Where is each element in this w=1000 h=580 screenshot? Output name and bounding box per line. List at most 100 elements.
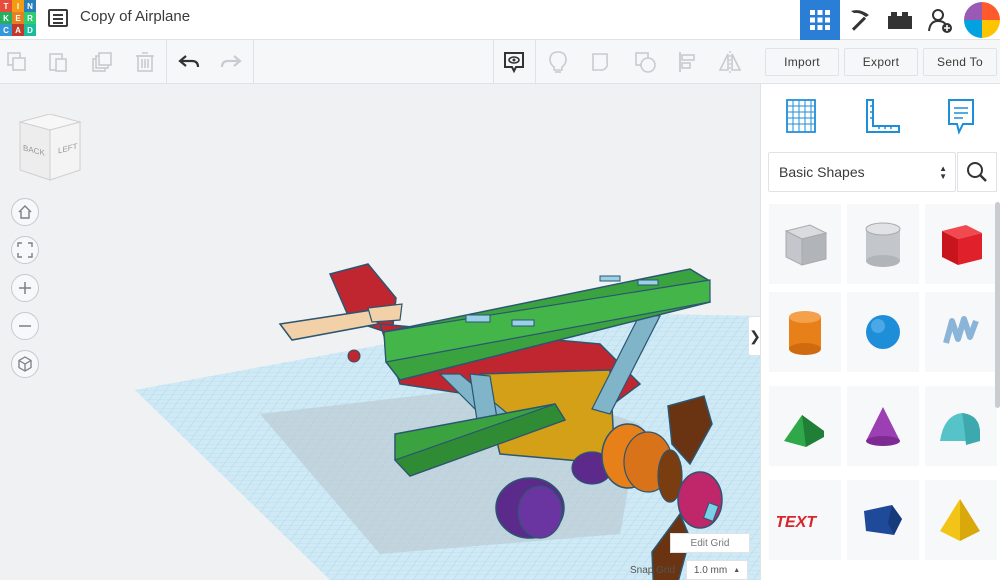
workplane-canvas[interactable]: BACK LEFT ❯ Edit Grid Snap Grid 1.0 mm ▲	[0, 84, 760, 580]
design-menu-icon[interactable]	[48, 9, 68, 27]
minus-icon	[19, 325, 31, 327]
roof-icon	[784, 415, 824, 447]
logo-letter: T	[0, 0, 12, 12]
paste-button[interactable]	[46, 50, 70, 74]
import-button[interactable]: Import	[765, 47, 839, 76]
edit-grid-button[interactable]: Edit Grid	[670, 533, 750, 553]
shape-round-roof[interactable]	[925, 386, 997, 466]
ungroup-button[interactable]	[633, 50, 657, 74]
shape-cylinder[interactable]	[769, 292, 841, 372]
ungroup-icon	[635, 52, 656, 73]
workplane-tool-button[interactable]	[781, 96, 821, 136]
select-arrows-icon: ▲ ▼	[939, 164, 947, 181]
pickaxe-icon	[851, 10, 869, 31]
show-all-button[interactable]	[546, 50, 570, 74]
round-roof-icon	[940, 413, 980, 445]
edit-toolbar	[0, 40, 760, 84]
cylinder-hole-icon	[865, 222, 901, 267]
notes-icon	[948, 99, 974, 135]
copy-button[interactable]	[5, 50, 29, 74]
3d-view-icon	[810, 10, 830, 30]
duplicate-icon	[92, 52, 112, 72]
zoom-in-button[interactable]	[11, 274, 39, 302]
sphere-icon	[866, 315, 900, 349]
top-bar: TINKERCAD Copy of Airplane	[0, 0, 1000, 40]
align-button[interactable]	[676, 50, 700, 74]
undo-button[interactable]	[177, 50, 201, 74]
panel-scrollbar[interactable]	[995, 202, 1000, 408]
shape-pyramid[interactable]	[925, 480, 997, 560]
delete-button[interactable]	[133, 50, 157, 74]
cube-icon	[18, 356, 32, 372]
view-cube[interactable]: BACK LEFT	[14, 113, 86, 189]
logo-letter: D	[24, 24, 36, 36]
align-icon	[679, 52, 695, 72]
panel-collapse-handle[interactable]: ❯	[748, 316, 760, 356]
home-icon	[18, 205, 32, 219]
scribble-icon	[943, 316, 979, 344]
duplicate-button[interactable]	[90, 50, 114, 74]
bricks-icon	[888, 12, 912, 29]
invite-user-button[interactable]	[920, 0, 960, 40]
mirror-button[interactable]	[718, 50, 742, 74]
cone-icon	[866, 407, 900, 446]
export-toolbar: Import Export Send To	[760, 40, 1000, 84]
3d-view-button[interactable]	[800, 0, 840, 40]
shape-box[interactable]	[925, 204, 997, 284]
shape-scribble[interactable]	[925, 292, 997, 372]
group-button[interactable]	[590, 50, 614, 74]
box-icon	[942, 225, 982, 265]
shape-roof[interactable]	[769, 386, 841, 466]
home-view-button[interactable]	[11, 198, 39, 226]
shape-cylinder-hole[interactable]	[847, 204, 919, 284]
shape-category-select[interactable]: Basic Shapes ▲ ▼	[768, 152, 956, 192]
shape-category-value: Basic Shapes	[779, 164, 865, 180]
shape-cone[interactable]	[847, 386, 919, 466]
send-to-button[interactable]: Send To	[923, 47, 997, 76]
perspective-button[interactable]	[11, 350, 39, 378]
redo-button[interactable]	[219, 50, 243, 74]
export-button[interactable]: Export	[844, 47, 918, 76]
notes-button[interactable]	[502, 50, 526, 74]
shape-box-hole[interactable]	[769, 204, 841, 284]
svg-text:TEXT: TEXT	[777, 513, 818, 531]
redo-icon	[220, 55, 242, 68]
polygon-icon	[864, 505, 902, 535]
cylinder-icon	[789, 311, 821, 355]
top-right-nav	[800, 0, 1000, 40]
snap-grid-value: 1.0 mm	[693, 564, 728, 576]
fit-view-icon	[17, 242, 33, 258]
text-shape-icon: TEXT	[777, 513, 818, 531]
shape-search-button[interactable]	[957, 152, 997, 192]
add-user-icon	[928, 9, 952, 33]
caret-up-icon: ▲	[733, 566, 741, 574]
undo-icon	[178, 55, 200, 68]
logo-letter: A	[12, 24, 24, 36]
fit-view-button[interactable]	[11, 236, 39, 264]
search-icon	[967, 162, 987, 182]
shape-polygon[interactable]	[847, 480, 919, 560]
box-hole-icon	[784, 224, 828, 266]
logo-letter: R	[24, 12, 36, 24]
ruler-tool-button[interactable]	[861, 96, 901, 136]
group-icon	[592, 53, 609, 71]
workplane-icon	[786, 99, 816, 133]
snap-grid-label: Snap Grid	[630, 565, 676, 576]
logo-letter: N	[24, 0, 36, 12]
zoom-out-button[interactable]	[11, 312, 39, 340]
copy-icon	[7, 52, 26, 71]
tinkercad-logo[interactable]: TINKERCAD	[0, 0, 36, 36]
chevron-right-icon: ❯	[749, 327, 760, 344]
shape-text[interactable]: TEXT	[769, 480, 841, 560]
bricks-button[interactable]	[880, 0, 920, 40]
user-avatar[interactable]	[964, 2, 1000, 38]
bulb-icon	[549, 51, 567, 73]
logo-letter: K	[0, 12, 12, 24]
logo-letter: E	[12, 12, 24, 24]
blocks-button[interactable]	[840, 0, 880, 40]
delete-icon	[136, 52, 154, 72]
document-title[interactable]: Copy of Airplane	[80, 8, 190, 25]
shape-sphere[interactable]	[847, 292, 919, 372]
notes-tool-button[interactable]	[941, 96, 981, 136]
snap-grid-select[interactable]: 1.0 mm ▲	[686, 560, 748, 580]
